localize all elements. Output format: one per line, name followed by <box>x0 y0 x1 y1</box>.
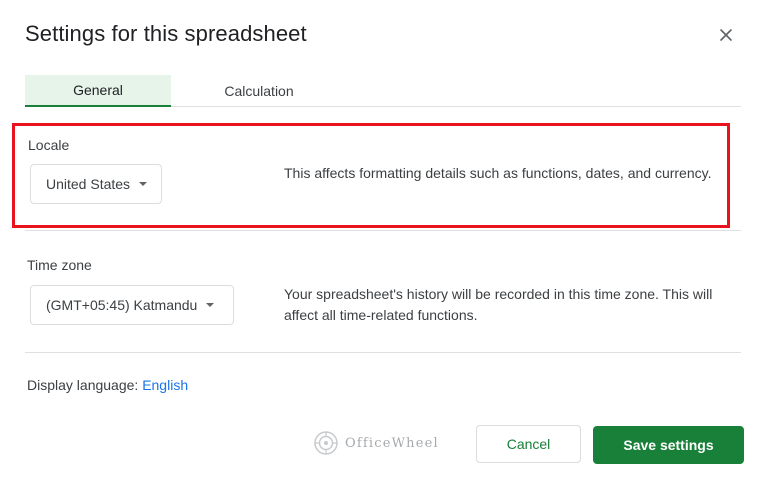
timezone-selected-value: (GMT+05:45) Katmandu <box>46 297 198 313</box>
display-language-link[interactable]: English <box>142 377 188 393</box>
officewheel-logo-icon <box>314 431 338 455</box>
watermark-text: OfficeWheel <box>345 435 439 451</box>
locale-selected-value: United States <box>46 176 131 192</box>
locale-label: Locale <box>28 137 70 153</box>
display-language-label: Display language: <box>27 377 139 393</box>
locale-description: This affects formatting details such as … <box>284 165 712 181</box>
dropdown-arrow-icon <box>206 303 215 307</box>
settings-dialog: Settings for this spreadsheet General Ca… <box>0 0 767 487</box>
tab-calculation[interactable]: Calculation <box>199 75 319 107</box>
timezone-description: Your spreadsheet's history will be recor… <box>284 286 713 323</box>
tab-calculation-label: Calculation <box>224 83 294 99</box>
divider <box>25 352 741 353</box>
display-language: Display language: English <box>27 377 188 393</box>
close-button[interactable] <box>713 22 739 48</box>
tab-bar: General Calculation <box>25 75 741 107</box>
tab-general[interactable]: General <box>25 75 171 107</box>
dropdown-arrow-icon <box>139 182 148 186</box>
dialog-title: Settings for this spreadsheet <box>25 21 307 46</box>
divider <box>25 230 741 231</box>
cancel-button[interactable]: Cancel <box>476 425 581 463</box>
locale-select[interactable]: United States <box>30 164 162 204</box>
watermark: OfficeWheel <box>313 430 439 456</box>
save-settings-button[interactable]: Save settings <box>593 426 744 464</box>
timezone-label: Time zone <box>27 257 92 273</box>
close-icon <box>720 29 732 41</box>
timezone-select[interactable]: (GMT+05:45) Katmandu <box>30 285 234 325</box>
tab-general-label: General <box>73 82 123 98</box>
